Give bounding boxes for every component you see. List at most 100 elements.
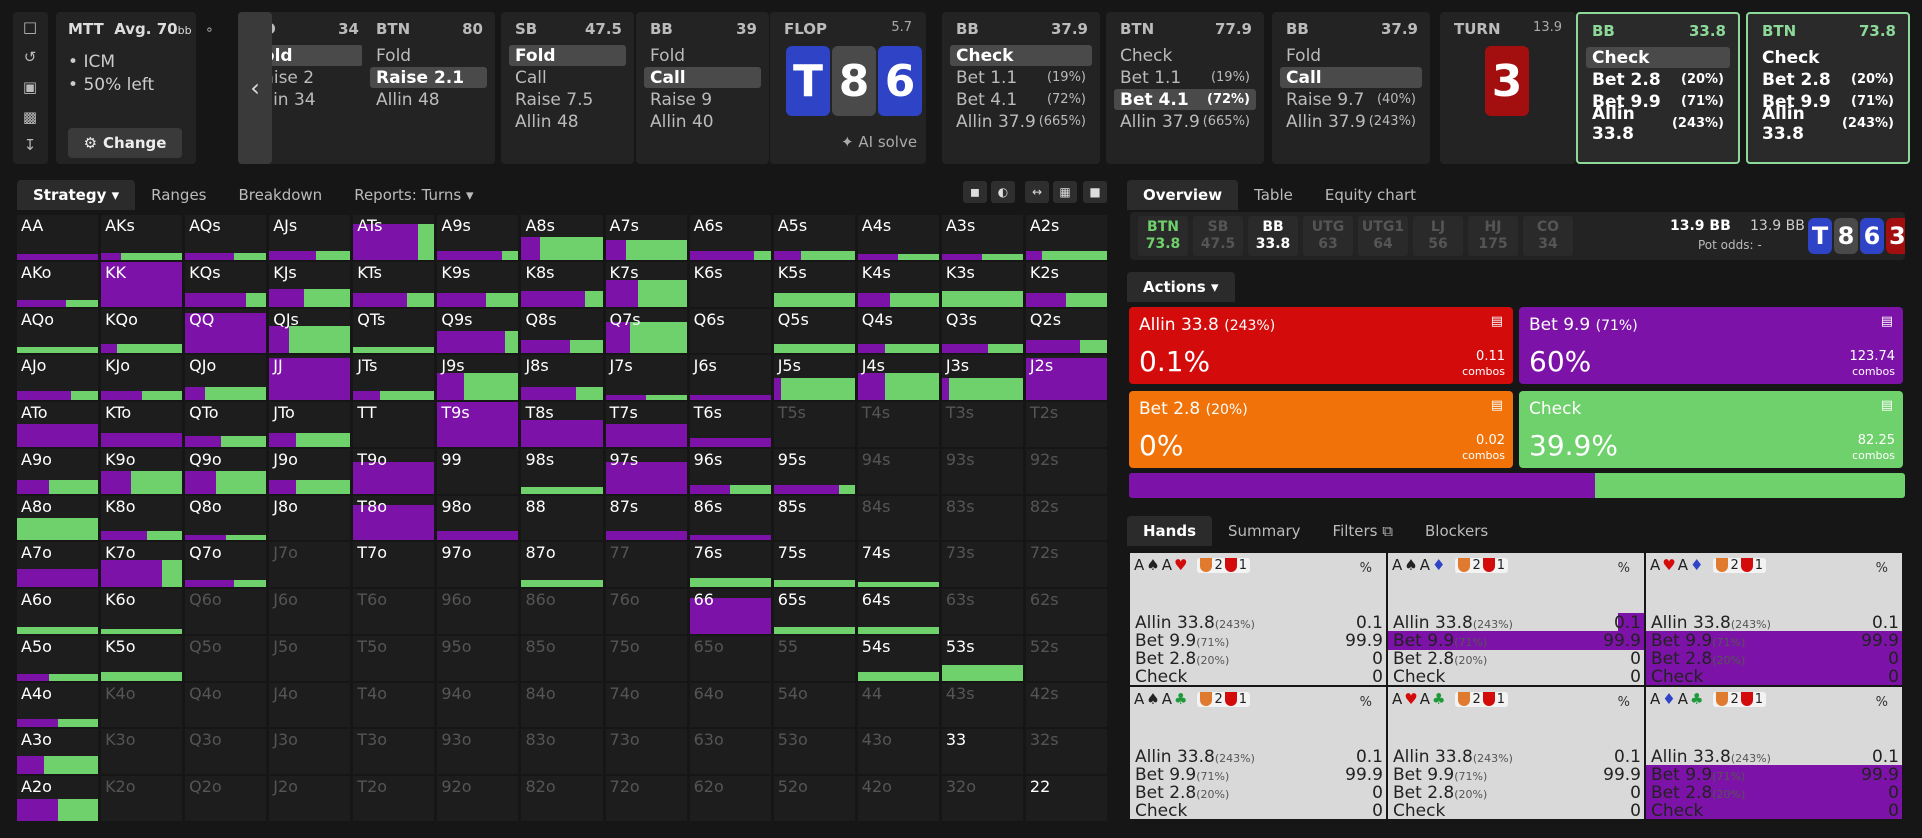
tab-blockers[interactable]: Blockers	[1409, 516, 1504, 546]
grid-cell-A9s[interactable]: A9s	[437, 215, 519, 260]
grid-cell-A6s[interactable]: A6s	[689, 215, 771, 260]
grid-cell-94s[interactable]: 94s	[857, 448, 939, 494]
grid-cell-43s[interactable]: 43s	[941, 682, 1023, 728]
grid-cell-A6o[interactable]: A6o	[17, 589, 99, 634]
ai-solve-button[interactable]: ✦ AI solve	[841, 133, 917, 151]
align-icon[interactable]: ↧	[21, 136, 39, 154]
grid-cell-A9o[interactable]: A9o	[17, 448, 99, 494]
action-col-bb-3-option-3[interactable]: Allin 40	[644, 111, 761, 132]
grid-cell-K7o[interactable]: K7o	[101, 542, 183, 588]
grid-cell-T2s[interactable]: T2s	[1025, 402, 1107, 447]
grid-cell-A5o[interactable]: A5o	[17, 635, 99, 681]
grid-cell-T6s[interactable]: T6s	[689, 402, 771, 447]
grid-cell-Q4s[interactable]: Q4s	[857, 308, 939, 354]
action-col-bb-2-option-3[interactable]: Allin 37.9 (243%)	[1280, 111, 1422, 132]
grid-cell-J2s[interactable]: J2s	[1025, 355, 1107, 401]
grid-cell-74o[interactable]: 74o	[605, 682, 687, 728]
grid-cell-A3s[interactable]: A3s	[941, 215, 1023, 260]
bookmark-icon[interactable]: □	[21, 18, 39, 36]
grid-cell-63o[interactable]: 63o	[689, 729, 771, 775]
grid-cell-KTo[interactable]: KTo	[101, 402, 183, 447]
grid-cell-T5s[interactable]: T5s	[773, 402, 855, 447]
tab-breakdown[interactable]: Breakdown	[222, 180, 338, 210]
grid-cell-84s[interactable]: 84s	[857, 495, 939, 541]
active-action-col-bb-0-option-1[interactable]: Bet 2.8 (20%)	[1586, 69, 1730, 90]
grid-cell-63s[interactable]: 63s	[941, 589, 1023, 634]
tab-strategy[interactable]: Strategy ▾	[17, 180, 136, 210]
grid-cell-Q2o[interactable]: Q2o	[185, 776, 267, 821]
grid-cell-Q3o[interactable]: Q3o	[185, 729, 267, 775]
grid-cell-A7s[interactable]: A7s	[605, 215, 687, 260]
grid-cell-93o[interactable]: 93o	[437, 729, 519, 775]
grid-cell-J5s[interactable]: J5s	[773, 355, 855, 401]
grid-cell-92s[interactable]: 92s	[1025, 448, 1107, 494]
action-bet-2-8[interactable]: Bet 2.8 (20%) 0% 0.02 combos ▤	[1129, 391, 1513, 468]
position-co[interactable]: CO 34	[1523, 216, 1573, 256]
grid-cell-73o[interactable]: 73o	[605, 729, 687, 775]
grid-cell-J3s[interactable]: J3s	[941, 355, 1023, 401]
grid-cell-T8s[interactable]: T8s	[521, 402, 603, 447]
grid-cell-J7s[interactable]: J7s	[605, 355, 687, 401]
grid-cell-96o[interactable]: 96o	[437, 589, 519, 634]
hand-combo-A♠A♦[interactable]: A ♠ A ♦ 2 1% Allin 33.8(243%) 0.1 Bet 9.9(71%) 99…	[1388, 553, 1644, 685]
save-icon[interactable]: ▣	[21, 78, 39, 96]
grid-cell-96s[interactable]: 96s	[689, 448, 771, 494]
action-col-sb-2-option-0[interactable]: Fold	[509, 45, 626, 66]
grid-cell-42o[interactable]: 42o	[857, 776, 939, 821]
action-col-bb-0-option-0[interactable]: Check	[950, 45, 1092, 66]
grid-cell-87o[interactable]: 87o	[521, 542, 603, 588]
action-allin-33-8[interactable]: Allin 33.8 (243%) 0.1% 0.11 combos ▤	[1129, 307, 1513, 384]
grid-cell-ATo[interactable]: ATo	[17, 402, 99, 447]
grid-cell-98o[interactable]: 98o	[437, 495, 519, 541]
grid-cell-TT[interactable]: TT	[353, 402, 435, 447]
grid-cell-KQo[interactable]: KQo	[101, 308, 183, 354]
tab-actions[interactable]: Actions ▾	[1127, 272, 1235, 302]
active-action-col-btn-1-option-3[interactable]: Allin 33.8 (243%)	[1756, 104, 1900, 144]
grid-cell-AJs[interactable]: AJs	[269, 215, 351, 260]
action-check[interactable]: Check 39.9% 82.25 combos ▤	[1519, 391, 1903, 468]
active-action-col-btn-1-option-1[interactable]: Bet 2.8 (20%)	[1756, 69, 1900, 90]
position-bb[interactable]: BB 33.8	[1248, 216, 1298, 256]
grid-cell-99[interactable]: 99	[437, 448, 519, 494]
grid-cell-AQo[interactable]: AQo	[17, 308, 99, 354]
grid-cell-KQs[interactable]: KQs	[185, 261, 267, 307]
grid-cell-93s[interactable]: 93s	[941, 448, 1023, 494]
active-action-col-btn-1-option-0[interactable]: Check	[1756, 47, 1900, 68]
grid-cell-85o[interactable]: 85o	[521, 635, 603, 681]
action-col-bb-3-option-2[interactable]: Raise 9	[644, 89, 761, 110]
grid-cell-QTo[interactable]: QTo	[185, 402, 267, 447]
hand-combo-A♥A♣[interactable]: A ♥ A ♣ 2 1% Allin 33.8(243%) 0.1 Bet 9.9(71%) 99…	[1388, 687, 1644, 819]
grid-cell-86s[interactable]: 86s	[689, 495, 771, 541]
position-lj[interactable]: LJ 56	[1413, 216, 1463, 256]
grid-cell-T6o[interactable]: T6o	[353, 589, 435, 634]
grid-cell-J3o[interactable]: J3o	[269, 729, 351, 775]
grid-cell-ATs[interactable]: ATs	[353, 215, 435, 260]
grid-cell-J9o[interactable]: J9o	[269, 448, 351, 494]
grid-cell-83o[interactable]: 83o	[521, 729, 603, 775]
grid-cell-JTs[interactable]: JTs	[353, 355, 435, 401]
grid-cell-32s[interactable]: 32s	[1025, 729, 1107, 775]
grid-cell-76s[interactable]: 76s	[689, 542, 771, 588]
tab-overview[interactable]: Overview	[1127, 180, 1239, 210]
grid-cell-Q9o[interactable]: Q9o	[185, 448, 267, 494]
action-col-btn-1-option-2[interactable]: Bet 4.1 (72%)	[1114, 89, 1256, 110]
change-button[interactable]: ⚙ Change	[68, 128, 182, 158]
grid-cell-42s[interactable]: 42s	[1025, 682, 1107, 728]
grid-cell-K4o[interactable]: K4o	[101, 682, 183, 728]
tab-reports-turns[interactable]: Reports: Turns ▾	[338, 180, 489, 210]
grid-cell-76o[interactable]: 76o	[605, 589, 687, 634]
position-sb[interactable]: SB 47.5	[1193, 216, 1243, 256]
grid-cell-92o[interactable]: 92o	[437, 776, 519, 821]
tab-equity-chart[interactable]: Equity chart	[1309, 180, 1432, 210]
grid-cell-QQ[interactable]: QQ	[185, 308, 267, 354]
grid-cell-Q5s[interactable]: Q5s	[773, 308, 855, 354]
grid-cell-64o[interactable]: 64o	[689, 682, 771, 728]
hand-combo-A♠A♣[interactable]: A ♠ A ♣ 2 1% Allin 33.8(243%) 0.1 Bet 9.9(71%) 99…	[1130, 687, 1386, 819]
action-col-bb-2-option-1[interactable]: Call	[1280, 67, 1422, 88]
grid-cell-J6o[interactable]: J6o	[269, 589, 351, 634]
grid-cell-J5o[interactable]: J5o	[269, 635, 351, 681]
grid-cell-T5o[interactable]: T5o	[353, 635, 435, 681]
grid-cell-A5s[interactable]: A5s	[773, 215, 855, 260]
grid-cell-32o[interactable]: 32o	[941, 776, 1023, 821]
grid-cell-A8o[interactable]: A8o	[17, 495, 99, 541]
